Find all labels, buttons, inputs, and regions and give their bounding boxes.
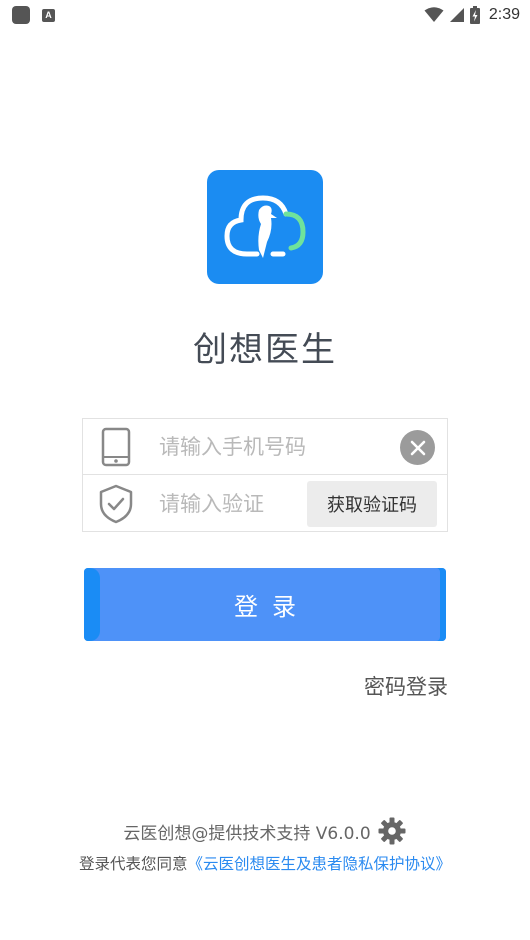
login-button-label: 登录 <box>234 593 310 621</box>
gear-icon[interactable] <box>377 816 407 846</box>
wifi-icon <box>424 7 444 22</box>
app-notification-icon <box>12 6 30 24</box>
phone-input[interactable] <box>149 426 399 467</box>
footer-agreement: 登录代表您同意《云医创想医生及患者隐私保护协议》 <box>0 852 530 874</box>
app-title: 创想医生 <box>193 330 337 370</box>
privacy-agreement-link[interactable]: 《云医创想医生及患者隐私保护协议》 <box>188 855 452 873</box>
battery-charging-icon <box>469 6 480 24</box>
get-code-button[interactable]: 获取验证码 <box>307 481 437 527</box>
status-right: 2:39 <box>424 6 520 24</box>
status-time: 2:39 <box>488 6 520 23</box>
footer-support: 云医创想@提供技术支持 V6.0.0 <box>0 816 530 846</box>
password-login-link[interactable]: 密码登录 <box>364 671 448 701</box>
shield-check-icon <box>83 476 149 532</box>
cellular-signal-icon <box>449 8 464 22</box>
status-bar: A 2:39 <box>0 0 530 30</box>
login-form: 获取验证码 <box>82 418 448 532</box>
code-row: 获取验证码 <box>83 476 447 532</box>
keyboard-notification-icon: A <box>42 8 55 22</box>
phone-icon <box>83 419 149 475</box>
app-logo <box>207 170 323 284</box>
support-text: 云医创想@提供技术支持 V6.0.0 <box>123 823 371 844</box>
woodpecker-cloud-icon <box>224 195 306 258</box>
close-icon <box>410 440 425 455</box>
status-left: A <box>12 6 55 24</box>
verification-code-input[interactable] <box>149 484 307 524</box>
phone-row <box>83 419 447 475</box>
agreement-prefix: 登录代表您同意 <box>78 855 188 873</box>
clear-phone-button[interactable] <box>400 430 435 465</box>
login-button[interactable]: 登录 <box>84 568 446 641</box>
